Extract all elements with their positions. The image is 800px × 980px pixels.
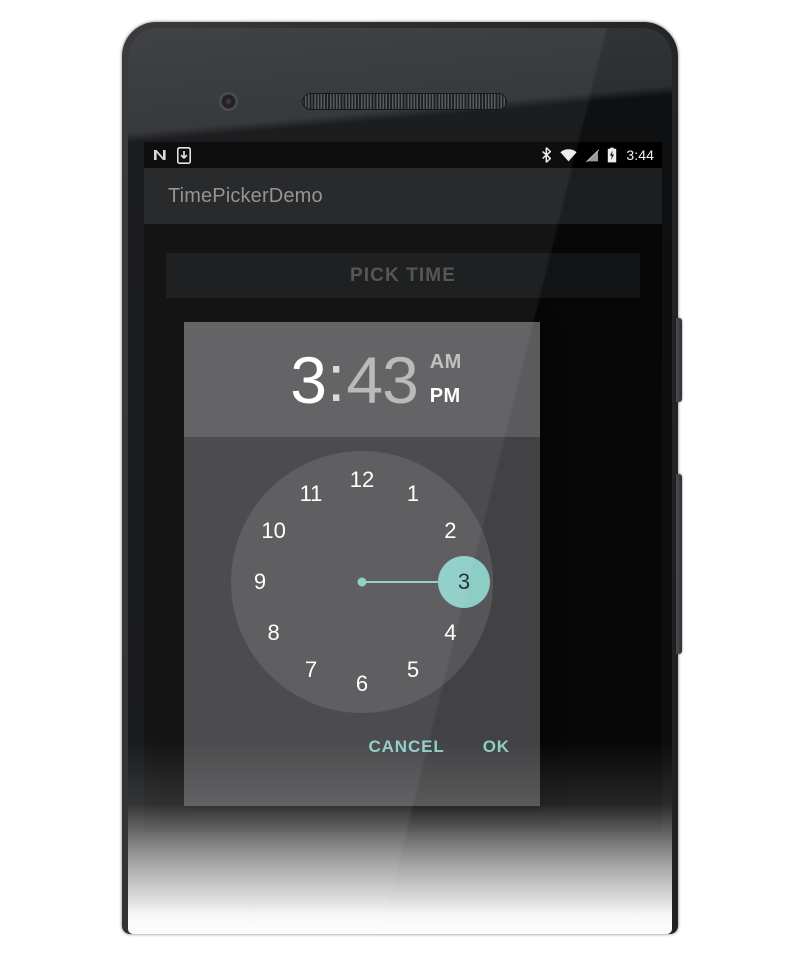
clock-number-4[interactable]: 4: [430, 620, 470, 646]
pm-button[interactable]: PM: [430, 385, 462, 408]
clock-number-10[interactable]: 10: [254, 518, 294, 544]
clock-area[interactable]: 1 2 3 4 5 6 7 8 9 10 11 12: [184, 437, 540, 727]
phone-front-panel: 3:44 TimePickerDemo PICK TIME Picked tim…: [128, 28, 672, 934]
status-bar-left-icons: [152, 146, 191, 164]
battery-charging-icon: [608, 147, 617, 163]
clock-hand: [362, 581, 438, 583]
power-button[interactable]: [676, 318, 682, 402]
android-n-logo-icon: [154, 150, 166, 160]
phone-device: 3:44 TimePickerDemo PICK TIME Picked tim…: [122, 22, 682, 934]
clock-number-2[interactable]: 2: [430, 518, 470, 544]
clock-number-12[interactable]: 12: [342, 467, 382, 493]
clock-number-1[interactable]: 1: [393, 481, 433, 507]
clock-center-dot: [357, 577, 367, 587]
phone-screen: 3:44 TimePickerDemo PICK TIME Picked tim…: [144, 142, 662, 832]
bluetooth-icon: [542, 147, 552, 163]
status-bar-right-icons: 3:44: [541, 147, 654, 163]
no-sim-signal-icon: [585, 148, 600, 162]
wifi-icon: [560, 148, 577, 161]
status-bar-clock: 3:44: [626, 147, 654, 163]
app-bar: TimePickerDemo: [144, 168, 662, 224]
minute-value[interactable]: 43: [346, 347, 418, 413]
cancel-button[interactable]: CANCEL: [364, 731, 448, 763]
app-install-icon: [177, 146, 191, 164]
earpiece-speaker-icon: [302, 93, 507, 110]
status-bar: 3:44: [144, 142, 662, 168]
hour-value[interactable]: 3: [290, 347, 327, 413]
clock-number-8[interactable]: 8: [254, 620, 294, 646]
clock-number-11[interactable]: 11: [291, 481, 331, 507]
time-picker-header: 3 : 43 AM PM: [184, 322, 540, 437]
clock-number-7[interactable]: 7: [291, 657, 331, 683]
app-title: TimePickerDemo: [168, 184, 323, 207]
clock-number-5[interactable]: 5: [393, 657, 433, 683]
time-picker-dialog: 3 : 43 AM PM 1 2 3 4 5 6 7 8 9 10 11 12 CANCEL: [184, 322, 540, 806]
clock-selected-value-label: 3: [457, 569, 471, 594]
time-display: 3 : 43: [290, 340, 418, 415]
am-pm-toggle: AM PM: [430, 351, 462, 408]
dialog-actions: CANCEL OK: [184, 727, 540, 806]
clock-selected-value[interactable]: 3: [438, 556, 490, 608]
clock-number-9[interactable]: 9: [240, 569, 280, 595]
clock-number-6[interactable]: 6: [342, 671, 382, 697]
front-camera-icon: [219, 92, 238, 111]
app-content: PICK TIME Picked time appears here 3 : 4…: [144, 224, 662, 832]
ok-button[interactable]: OK: [479, 731, 514, 763]
clock-face[interactable]: 1 2 3 4 5 6 7 8 9 10 11 12: [231, 451, 493, 713]
am-button[interactable]: AM: [430, 351, 462, 374]
time-separator: :: [327, 340, 346, 415]
volume-rocker-button[interactable]: [676, 474, 682, 654]
